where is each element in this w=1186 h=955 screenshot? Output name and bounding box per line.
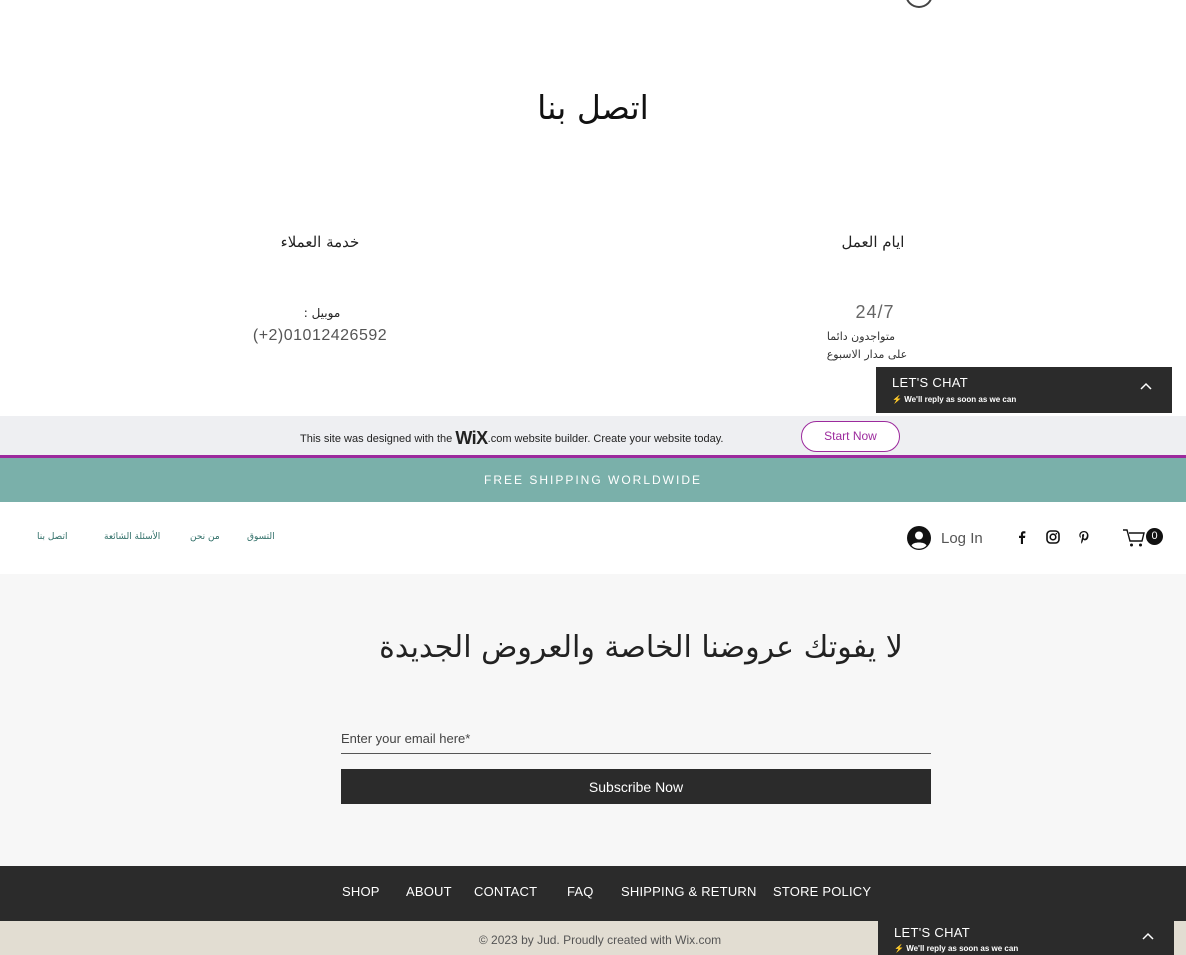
cropped-header-fragment bbox=[905, 0, 933, 8]
page-title: اتصل بنا bbox=[537, 88, 649, 127]
subscribe-section: لا يفوتك عروضنا الخاصة والعروض الجديدة S… bbox=[0, 574, 1186, 866]
login-button[interactable]: Log In bbox=[907, 526, 983, 550]
customer-service-heading: خدمة العملاء bbox=[280, 233, 360, 251]
footer-link-faq[interactable]: FAQ bbox=[567, 884, 594, 899]
nav-item-faq[interactable]: الأسئلة الشائعة bbox=[104, 532, 160, 542]
chat-subtitle: ⚡ We'll reply as soon as we can bbox=[894, 944, 1019, 953]
user-avatar-icon bbox=[907, 526, 931, 550]
cart-button[interactable]: 0 bbox=[1122, 527, 1166, 549]
mobile-label: : موبيل bbox=[303, 306, 341, 320]
wix-logo[interactable]: WiX bbox=[455, 428, 488, 448]
mobile-number: (+2)01012426592 bbox=[252, 327, 388, 344]
wix-banner-text: This site was designed with the WiX.com … bbox=[300, 428, 724, 448]
working-days-heading: ايام العمل bbox=[841, 233, 905, 251]
footer-link-shop[interactable]: SHOP bbox=[342, 884, 380, 899]
chevron-up-icon[interactable] bbox=[1140, 381, 1152, 393]
site-header: التسوق من نحن الأسئلة الشائعة اتصل بنا L… bbox=[0, 502, 1186, 574]
subscribe-button[interactable]: Subscribe Now bbox=[341, 769, 931, 804]
cart-count-badge: 0 bbox=[1146, 528, 1163, 545]
chevron-up-icon[interactable] bbox=[1142, 931, 1154, 943]
working-days-line-2: على مدار الاسبوع bbox=[826, 348, 908, 361]
login-label: Log In bbox=[941, 529, 983, 547]
nav-item-shop[interactable]: التسوق bbox=[247, 532, 275, 542]
chat-title: LET'S CHAT bbox=[892, 375, 969, 390]
working-days-line-1: متواجدون دائما bbox=[826, 330, 896, 343]
nav-item-about[interactable]: من نحن bbox=[190, 532, 220, 542]
footer-link-shipping-return[interactable]: SHIPPING & RETURN bbox=[621, 884, 757, 899]
subscribe-title: لا يفوتك عروضنا الخاصة والعروض الجديدة bbox=[379, 630, 903, 665]
footer-nav: SHOP ABOUT CONTACT FAQ SHIPPING & RETURN… bbox=[0, 866, 1186, 921]
footer-link-store-policy[interactable]: STORE POLICY bbox=[773, 884, 871, 899]
working-hours: 24/7 bbox=[855, 302, 895, 322]
footer-link-about[interactable]: ABOUT bbox=[406, 884, 452, 899]
chat-title: LET'S CHAT bbox=[894, 925, 971, 940]
pinterest-icon[interactable] bbox=[1076, 529, 1092, 545]
chat-widget-bottom[interactable]: LET'S CHAT ⚡ We'll reply as soon as we c… bbox=[878, 921, 1174, 955]
nav-item-contact[interactable]: اتصل بنا bbox=[37, 532, 67, 542]
chat-subtitle: ⚡ We'll reply as soon as we can bbox=[892, 395, 1017, 404]
cart-icon bbox=[1123, 529, 1145, 547]
footer-link-contact[interactable]: CONTACT bbox=[474, 884, 537, 899]
facebook-icon[interactable] bbox=[1014, 529, 1030, 545]
email-field[interactable] bbox=[341, 724, 931, 754]
wix-banner: This site was designed with the WiX.com … bbox=[0, 416, 1186, 458]
start-now-button[interactable]: Start Now bbox=[801, 421, 900, 452]
chat-widget[interactable]: LET'S CHAT ⚡ We'll reply as soon as we c… bbox=[876, 367, 1172, 413]
free-shipping-bar: FREE SHIPPING WORLDWIDE bbox=[0, 458, 1186, 502]
instagram-icon[interactable] bbox=[1045, 529, 1061, 545]
